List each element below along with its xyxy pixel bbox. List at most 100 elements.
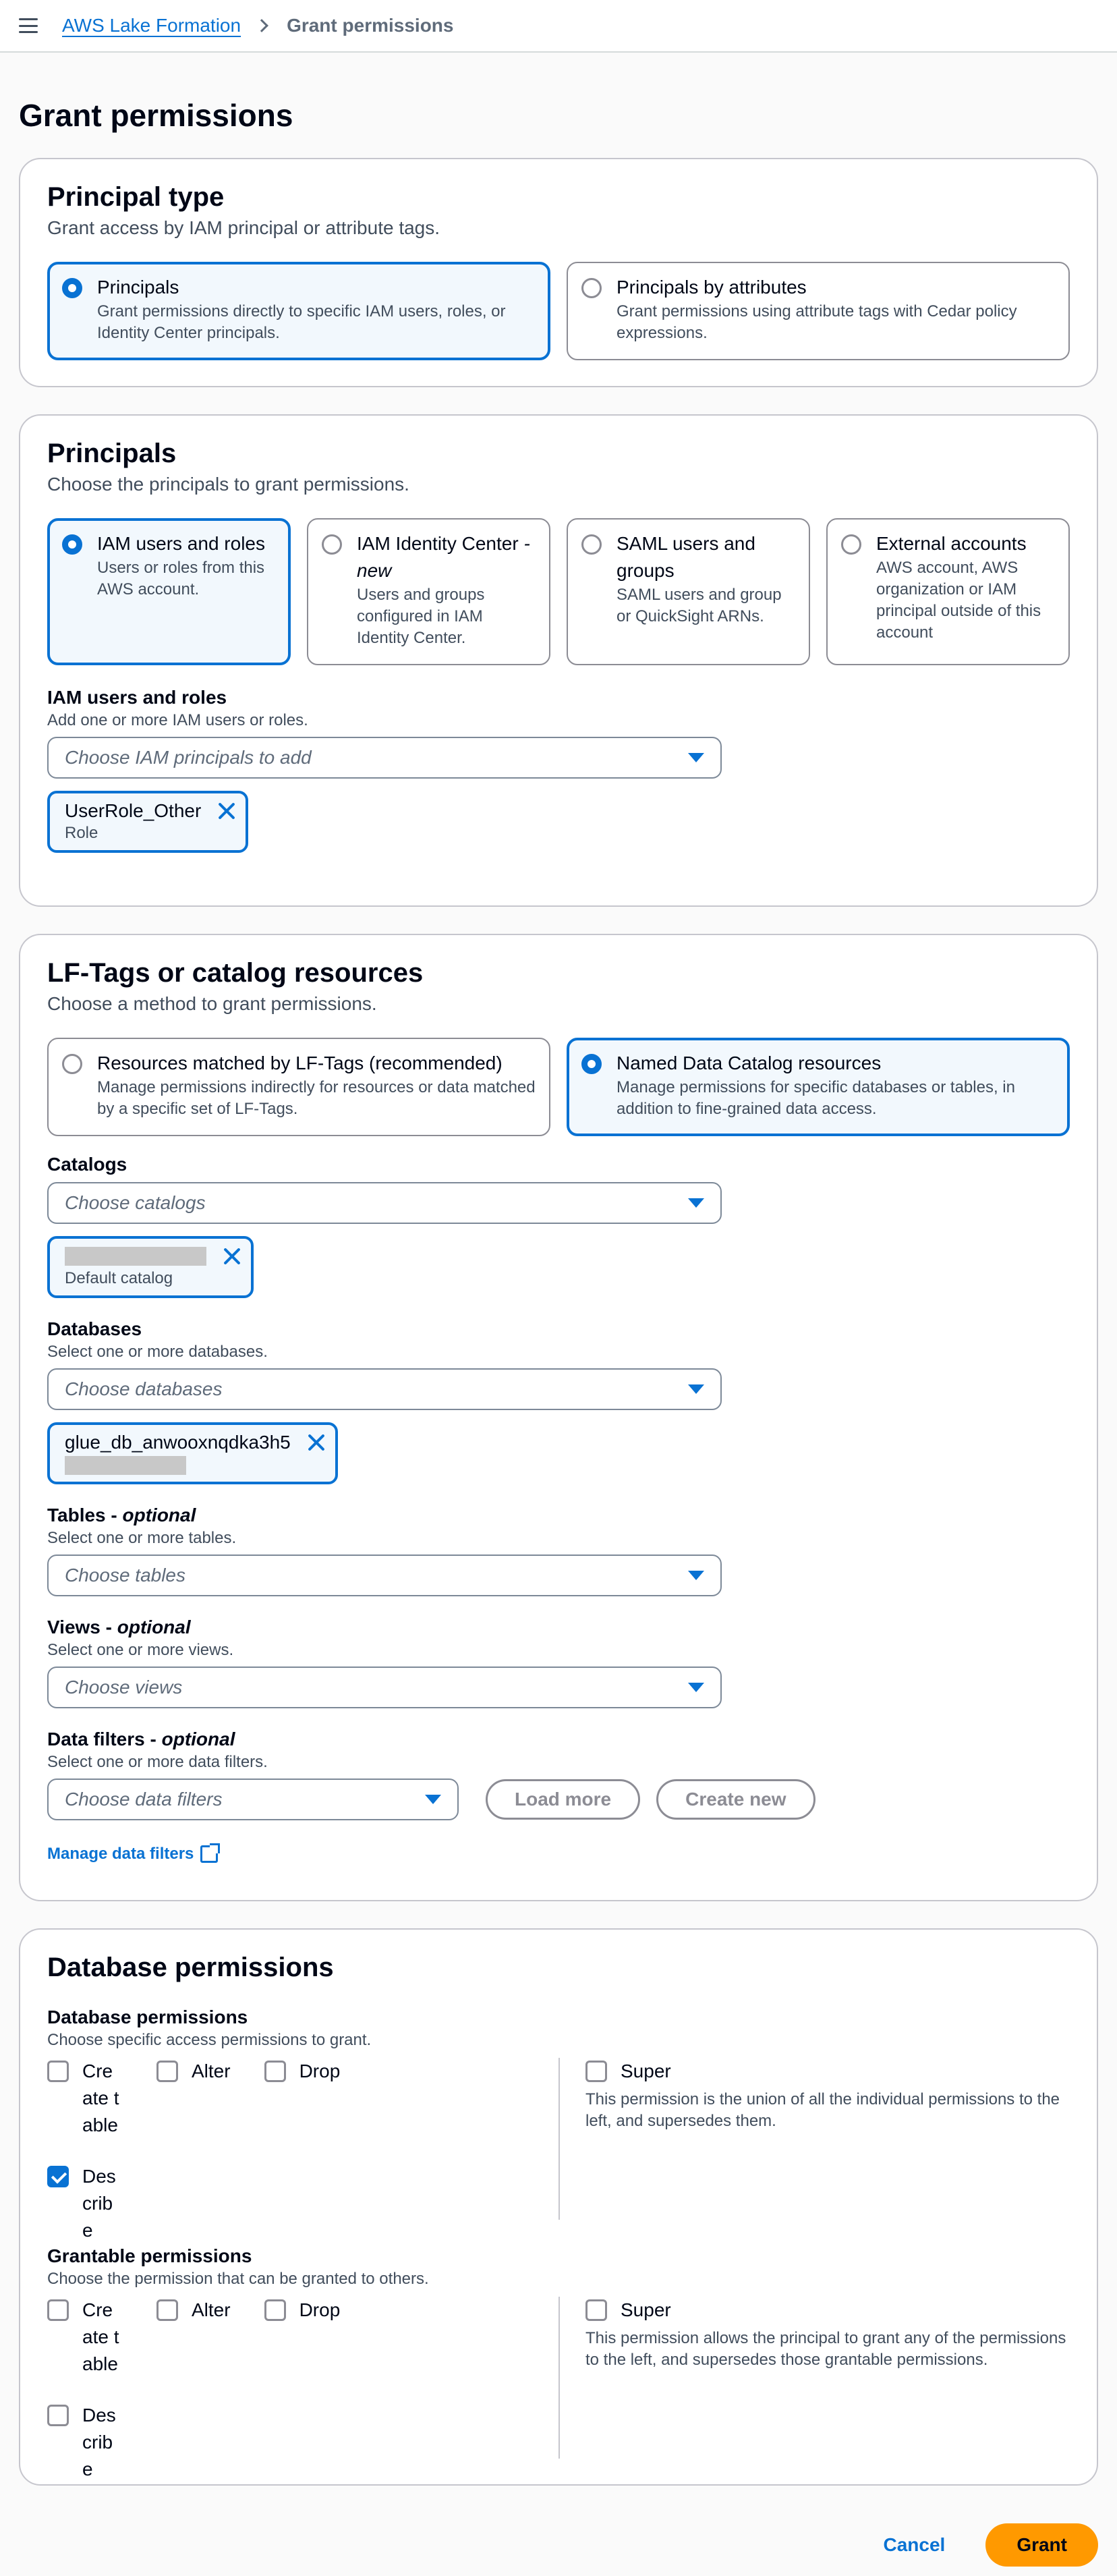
views-description: Select one or more views. <box>47 1641 234 1659</box>
page-content: Grant permissions Principal type Grant a… <box>0 53 1117 2576</box>
tile-description: Grant permissions using attribute tags w… <box>617 302 1017 342</box>
tile-principals[interactable]: Principals Grant permissions directly to… <box>47 262 550 360</box>
grantable-checkbox-super[interactable]: Super <box>585 2297 1070 2324</box>
select-placeholder: Choose catalogs <box>65 1192 206 1213</box>
super-permission-note: This permission is the union of all the … <box>585 2090 1060 2130</box>
tile-label: Principals by attributes <box>617 277 807 298</box>
checkbox-icon <box>585 2061 607 2082</box>
grantable-permissions-description: Choose the permission that can be grante… <box>47 2270 429 2288</box>
tables-select[interactable]: Choose tables <box>47 1555 722 1596</box>
checkbox-icon <box>156 2299 178 2321</box>
checkbox-label: Describe <box>82 2405 116 2480</box>
breadcrumb-root-link[interactable]: AWS Lake Formation <box>62 15 241 36</box>
data-filters-select[interactable]: Choose data filters <box>47 1779 459 1820</box>
checkbox-icon <box>585 2299 607 2321</box>
redacted-catalog-id <box>65 1247 206 1266</box>
checkbox-icon <box>47 2061 69 2082</box>
grantable-checkbox-drop[interactable]: Drop <box>264 2297 341 2378</box>
token-type: Role <box>65 824 98 842</box>
tile-resources-by-lf-tags[interactable]: Resources matched by LF-Tags (recommende… <box>47 1038 550 1136</box>
checkbox-icon <box>156 2061 178 2082</box>
tile-principals-by-attributes[interactable]: Principals by attributes Grant permissio… <box>567 262 1070 360</box>
radio-selected-icon <box>62 278 82 298</box>
checkbox-label: Drop <box>299 2299 341 2320</box>
catalogs-label: Catalogs <box>47 1154 127 1175</box>
tile-label: IAM users and roles <box>97 533 265 554</box>
database-permissions-label: Database permissions <box>47 2007 248 2027</box>
tile-iam-identity-center[interactable]: IAM Identity Center - new Users and grou… <box>307 518 550 665</box>
tile-external-accounts[interactable]: External accounts AWS account, AWS organ… <box>826 518 1070 665</box>
tile-description: Users or roles from this AWS account. <box>97 559 265 598</box>
tables-label: Tables - optional <box>47 1505 196 1525</box>
remove-token-icon[interactable] <box>217 802 236 820</box>
tile-label: IAM Identity Center - new <box>357 533 530 581</box>
radio-icon <box>581 278 602 298</box>
databases-select[interactable]: Choose databases <box>47 1368 722 1410</box>
remove-token-icon[interactable] <box>307 1433 326 1452</box>
manage-data-filters-link[interactable]: Manage data filters <box>47 1843 221 1864</box>
principals-title: Principals <box>47 439 177 468</box>
catalog-token: Default catalog <box>47 1236 254 1298</box>
principal-token: UserRole_Other Role <box>47 791 249 853</box>
checkbox-label: Super <box>621 2061 671 2081</box>
caret-down-icon <box>688 1571 704 1580</box>
checkbox-label: Create table <box>82 2061 119 2135</box>
tile-label: Principals <box>97 277 179 298</box>
iam-principals-select[interactable]: Choose IAM principals to add <box>47 737 722 779</box>
cancel-button[interactable]: Cancel <box>883 2534 945 2556</box>
token-name: UserRole_Other <box>65 800 202 821</box>
checkbox-icon <box>264 2299 286 2321</box>
principal-type-container: Principal type Grant access by IAM princ… <box>19 158 1098 387</box>
grantable-checkbox-alter[interactable]: Alter <box>156 2297 231 2378</box>
checkbox-label: Alter <box>192 2299 231 2320</box>
create-new-button[interactable]: Create new <box>656 1779 815 1820</box>
catalogs-select[interactable]: Choose catalogs <box>47 1182 722 1224</box>
tile-saml-users-and-groups[interactable]: SAML users and groups SAML users and gro… <box>567 518 810 665</box>
grantable-checkbox-describe[interactable]: Describe <box>47 2402 123 2483</box>
form-actions: Cancel Grant <box>883 2523 1098 2567</box>
checkbox-drop[interactable]: Drop <box>264 2058 341 2139</box>
checkbox-create-table[interactable]: Create table <box>47 2058 123 2139</box>
checkbox-describe[interactable]: Describe <box>47 2163 123 2244</box>
tile-description: Manage permissions for specific database… <box>617 1078 1015 1118</box>
checkbox-icon <box>47 2299 69 2321</box>
checkbox-icon <box>264 2061 286 2082</box>
tile-label: SAML users and groups <box>617 533 755 581</box>
external-link-icon <box>200 1843 221 1863</box>
tile-label: External accounts <box>876 533 1027 554</box>
checkbox-label: Drop <box>299 2061 341 2081</box>
views-select[interactable]: Choose views <box>47 1667 722 1708</box>
grantable-super-permission-note: This permission allows the principal to … <box>585 2329 1066 2369</box>
tile-description: AWS account, AWS organization or IAM pri… <box>876 559 1041 642</box>
chevron-right-icon <box>255 19 268 32</box>
resources-title: LF-Tags or catalog resources <box>47 958 424 988</box>
radio-selected-icon <box>581 1054 602 1074</box>
database-permissions-container: Database permissions Database permission… <box>19 1928 1098 2486</box>
databases-label: Databases <box>47 1318 142 1339</box>
databases-description: Select one or more databases. <box>47 1343 268 1361</box>
top-navigation: AWS Lake Formation Grant permissions <box>0 0 1117 53</box>
radio-selected-icon <box>62 534 82 555</box>
tile-description: Manage permissions indirectly for resour… <box>97 1078 536 1118</box>
select-placeholder: Choose views <box>65 1677 183 1698</box>
caret-down-icon <box>688 753 704 762</box>
checkbox-label: Create table <box>82 2299 119 2374</box>
select-placeholder: Choose databases <box>65 1378 223 1399</box>
principal-type-title: Principal type <box>47 182 225 212</box>
checkbox-alter[interactable]: Alter <box>156 2058 231 2139</box>
radio-icon <box>62 1054 82 1074</box>
data-filters-label: Data filters - optional <box>47 1729 235 1749</box>
checkbox-super[interactable]: Super <box>585 2058 1070 2085</box>
load-more-button[interactable]: Load more <box>486 1779 641 1820</box>
menu-icon[interactable] <box>19 18 38 33</box>
radio-icon <box>322 534 342 555</box>
grantable-checkbox-create-table[interactable]: Create table <box>47 2297 123 2378</box>
principal-type-description: Grant access by IAM principal or attribu… <box>47 217 440 238</box>
tile-iam-users-and-roles[interactable]: IAM users and roles Users or roles from … <box>47 518 291 665</box>
remove-token-icon[interactable] <box>223 1247 241 1266</box>
tile-named-data-catalog-resources[interactable]: Named Data Catalog resources Manage perm… <box>567 1038 1070 1136</box>
grant-button[interactable]: Grant <box>985 2523 1098 2567</box>
database-permissions-title: Database permissions <box>47 1953 334 1982</box>
token-name: glue_db_anwooxnqdka3h5 <box>65 1432 291 1453</box>
data-filters-description: Select one or more data filters. <box>47 1753 268 1771</box>
